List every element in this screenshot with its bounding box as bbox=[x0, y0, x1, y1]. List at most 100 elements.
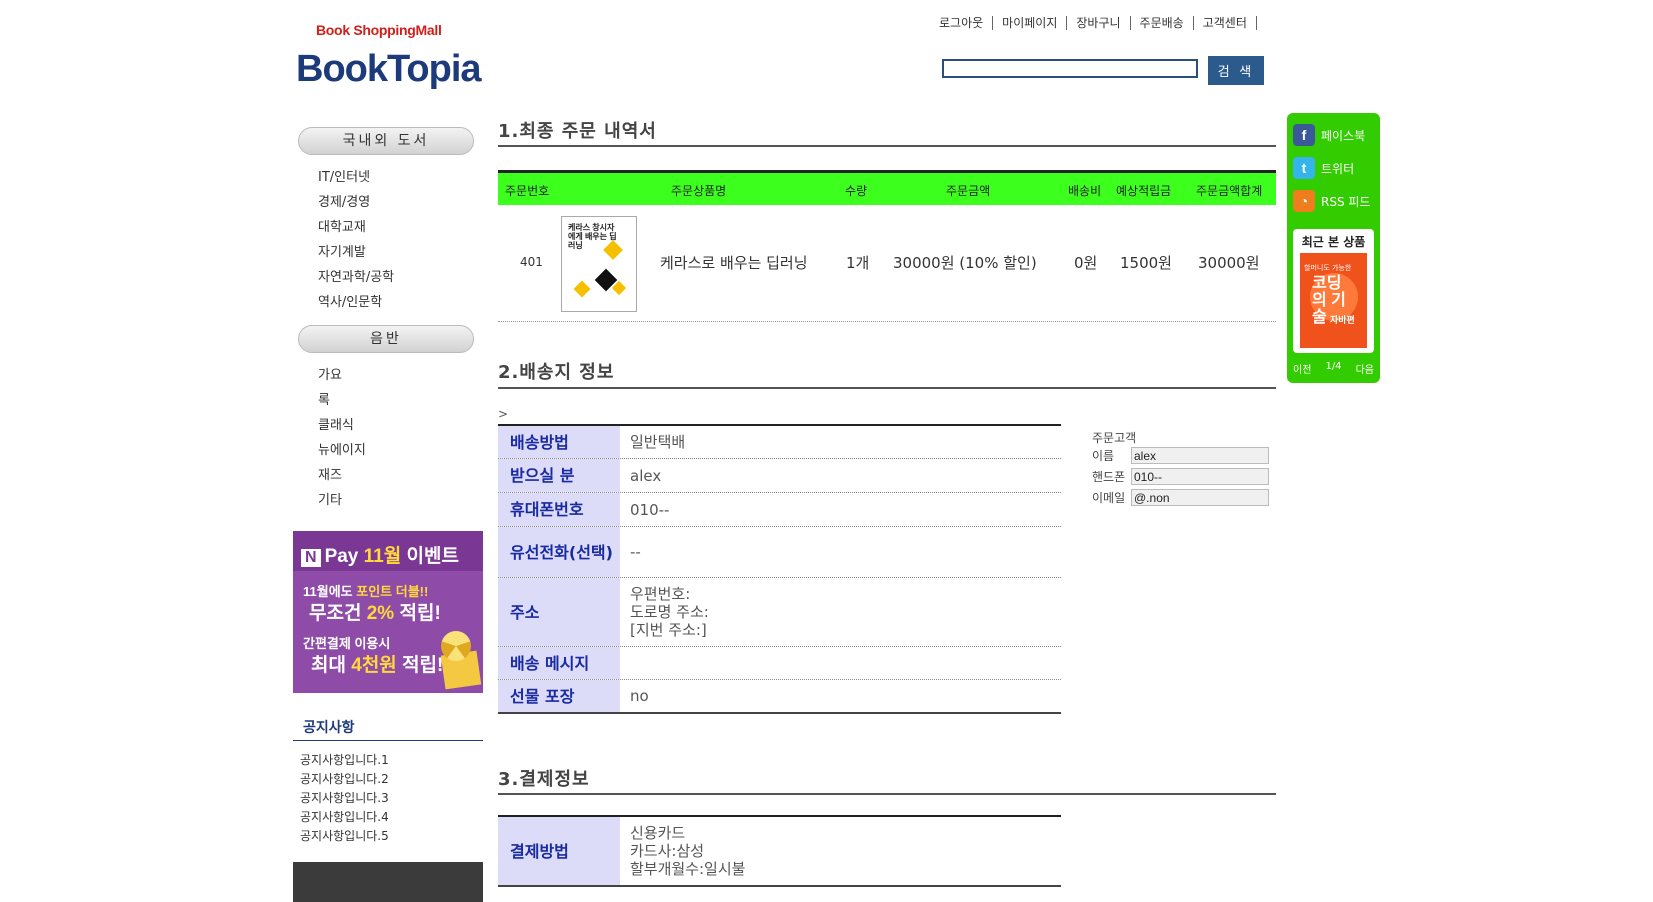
category-item[interactable]: 역사/인문학 bbox=[318, 290, 394, 315]
customer-name-row: 이름 bbox=[1092, 445, 1269, 466]
order-price: 30000원 (10% 할인) bbox=[893, 254, 1037, 272]
table-row: 배송방법 일반택배 bbox=[498, 426, 1061, 459]
customer-email-field[interactable] bbox=[1131, 489, 1269, 506]
row-label: 결제방법 bbox=[498, 817, 620, 885]
recent-products-title: 최근 본 상품 bbox=[1301, 235, 1366, 249]
category-item[interactable]: 대학교재 bbox=[318, 215, 394, 240]
category-header-music[interactable]: 음반 bbox=[298, 325, 474, 353]
recent-book-edition: 자바편 bbox=[1330, 315, 1355, 325]
top-navigation: 로그아웃 마이페이지 장바구니 주문배송 고객센터 bbox=[930, 16, 1257, 30]
row-label: 받으실 분 bbox=[498, 459, 620, 492]
section-divider bbox=[498, 387, 1276, 389]
category-item[interactable]: 재즈 bbox=[318, 463, 366, 488]
table-row: 받으실 분 alex bbox=[498, 459, 1061, 493]
recent-book-thumbnail[interactable]: 할머니도 가능한 코딩의 기술 자바편 bbox=[1300, 253, 1367, 348]
row-value: no bbox=[630, 687, 649, 705]
npay-event-banner[interactable]: N Pay 11월 이벤트 11월에도 포인트 더블!! 무조건 2% 적립! 간… bbox=[293, 531, 483, 693]
row-value bbox=[620, 647, 1061, 679]
marker-text: > bbox=[498, 407, 509, 421]
address-value: 우편번호: 도로명 주소: [지번 주소:] bbox=[620, 578, 1061, 646]
notice-item[interactable]: 공지사항입니다.4 bbox=[300, 808, 389, 827]
hexagon-decoration-icon bbox=[573, 280, 591, 298]
customer-email-label: 이메일 bbox=[1092, 491, 1126, 505]
nav-customer-center[interactable]: 고객센터 bbox=[1194, 16, 1257, 30]
nav-order-delivery[interactable]: 주문배송 bbox=[1131, 16, 1194, 30]
row-value: -- bbox=[630, 543, 641, 561]
nav-logout[interactable]: 로그아웃 bbox=[930, 16, 994, 30]
category-item[interactable]: 가요 bbox=[318, 363, 366, 388]
row-label: 유선전화(선택) bbox=[498, 527, 620, 577]
search-button[interactable]: 검 색 bbox=[1208, 56, 1264, 85]
facebook-link[interactable]: f 페이스북 bbox=[1293, 124, 1365, 146]
bottom-dark-banner[interactable] bbox=[293, 862, 483, 902]
row-label: 주소 bbox=[498, 578, 620, 646]
road-address: 도로명 주소: bbox=[630, 603, 709, 621]
category-item[interactable]: 클래식 bbox=[318, 413, 366, 438]
customer-info: 주문고객 이름 핸드폰 이메일 bbox=[1092, 429, 1269, 508]
order-shipping: 0원 bbox=[1074, 254, 1098, 272]
category-item[interactable]: 자연과학/공학 bbox=[318, 265, 394, 290]
banner-line4-c: 적립! bbox=[402, 655, 444, 676]
customer-name-field[interactable] bbox=[1131, 447, 1269, 464]
col-total: 주문금액합계 bbox=[1196, 184, 1263, 198]
banner-line4-a: 최대 bbox=[311, 655, 346, 676]
category-list-books: IT/인터넷 경제/경영 대학교재 자기계발 자연과학/공학 역사/인문학 bbox=[318, 165, 394, 315]
notice-item[interactable]: 공지사항입니다.2 bbox=[300, 770, 389, 789]
category-item[interactable]: 기타 bbox=[318, 488, 366, 513]
recent-page-indicator: 1/4 bbox=[1325, 361, 1342, 372]
banner-line4: 최대 4천원 적립! bbox=[311, 650, 443, 677]
nav-mypage[interactable]: 마이페이지 bbox=[993, 16, 1068, 30]
section-title-shipping: 2.배송지 정보 bbox=[498, 362, 615, 383]
banner-line3-a: 간편결제 bbox=[303, 636, 351, 651]
order-qty: 1개 bbox=[846, 254, 870, 272]
order-points: 1500원 bbox=[1120, 254, 1172, 272]
customer-phone-field[interactable] bbox=[1131, 468, 1269, 485]
section-divider bbox=[498, 145, 1276, 147]
order-number: 401 bbox=[520, 255, 543, 269]
order-table-header: 주문번호 주문상품명 수량 주문금액 배송비 예상적립금 주문금액합계 bbox=[498, 170, 1276, 205]
category-item[interactable]: 경제/경영 bbox=[318, 190, 394, 215]
book-thumbnail[interactable]: 케라스 창시자에게 배우는 딥러닝 bbox=[561, 216, 637, 312]
notice-item[interactable]: 공지사항입니다.3 bbox=[300, 789, 389, 808]
category-item[interactable]: IT/인터넷 bbox=[318, 165, 394, 190]
banner-line2-b: 2% bbox=[366, 603, 395, 624]
rss-icon: ◔ bbox=[1293, 190, 1315, 212]
category-item[interactable]: 자기계발 bbox=[318, 240, 394, 265]
recent-book-subtitle: 할머니도 가능한 bbox=[1304, 264, 1352, 272]
payment-method: 신용카드 bbox=[630, 824, 686, 842]
recent-pager: 이전 1/4 다음 bbox=[1293, 361, 1374, 376]
category-list-music: 가요 록 클래식 뉴에이지 재즈 기타 bbox=[318, 363, 366, 513]
search-input[interactable] bbox=[942, 59, 1198, 78]
banner-line1-a: 11월에도 bbox=[303, 584, 353, 599]
notice-list: 공지사항입니다.1 공지사항입니다.2 공지사항입니다.3 공지사항입니다.4 … bbox=[300, 751, 389, 846]
banner-line3-b: 이용시 bbox=[354, 636, 391, 651]
banner-line2-c: 적립! bbox=[399, 603, 441, 624]
order-total: 30000원 bbox=[1198, 254, 1260, 272]
category-item[interactable]: 뉴에이지 bbox=[318, 438, 366, 463]
row-label: 휴대폰번호 bbox=[498, 493, 620, 526]
table-row: 유선전화(선택) -- bbox=[498, 527, 1061, 578]
facebook-icon: f bbox=[1293, 124, 1315, 146]
notice-item[interactable]: 공지사항입니다.5 bbox=[300, 827, 389, 846]
row-label: 배송 메시지 bbox=[498, 647, 620, 679]
twitter-link[interactable]: t 트위터 bbox=[1293, 157, 1354, 179]
category-item[interactable]: 록 bbox=[318, 388, 366, 413]
twitter-label: 트위터 bbox=[1321, 161, 1355, 176]
recent-prev-button[interactable]: 이전 bbox=[1293, 361, 1311, 376]
nav-cart[interactable]: 장바구니 bbox=[1067, 16, 1131, 30]
recent-next-button[interactable]: 다음 bbox=[1356, 361, 1374, 376]
rss-link[interactable]: ◔ RSS 피드 bbox=[1293, 190, 1370, 212]
fan-decoration-icon bbox=[441, 631, 471, 661]
product-name[interactable]: 케라스로 배우는 딥러닝 bbox=[660, 252, 808, 273]
notice-title[interactable]: 공지사항 bbox=[303, 717, 355, 737]
section-title-payment: 3.결제정보 bbox=[498, 769, 590, 790]
facebook-label: 페이스북 bbox=[1321, 128, 1366, 143]
category-header-books[interactable]: 국내외 도서 bbox=[298, 127, 474, 155]
installment: 할부개월수:일시불 bbox=[630, 860, 746, 878]
payment-info-table: 결제방법 신용카드 카드사:삼성 할부개월수:일시불 bbox=[498, 815, 1061, 887]
row-label: 배송방법 bbox=[498, 426, 620, 458]
site-logo[interactable]: BookTopia bbox=[296, 48, 482, 91]
notice-item[interactable]: 공지사항입니다.1 bbox=[300, 751, 389, 770]
npay-logo-icon: N bbox=[301, 549, 321, 567]
col-points: 예상적립금 bbox=[1116, 184, 1172, 198]
